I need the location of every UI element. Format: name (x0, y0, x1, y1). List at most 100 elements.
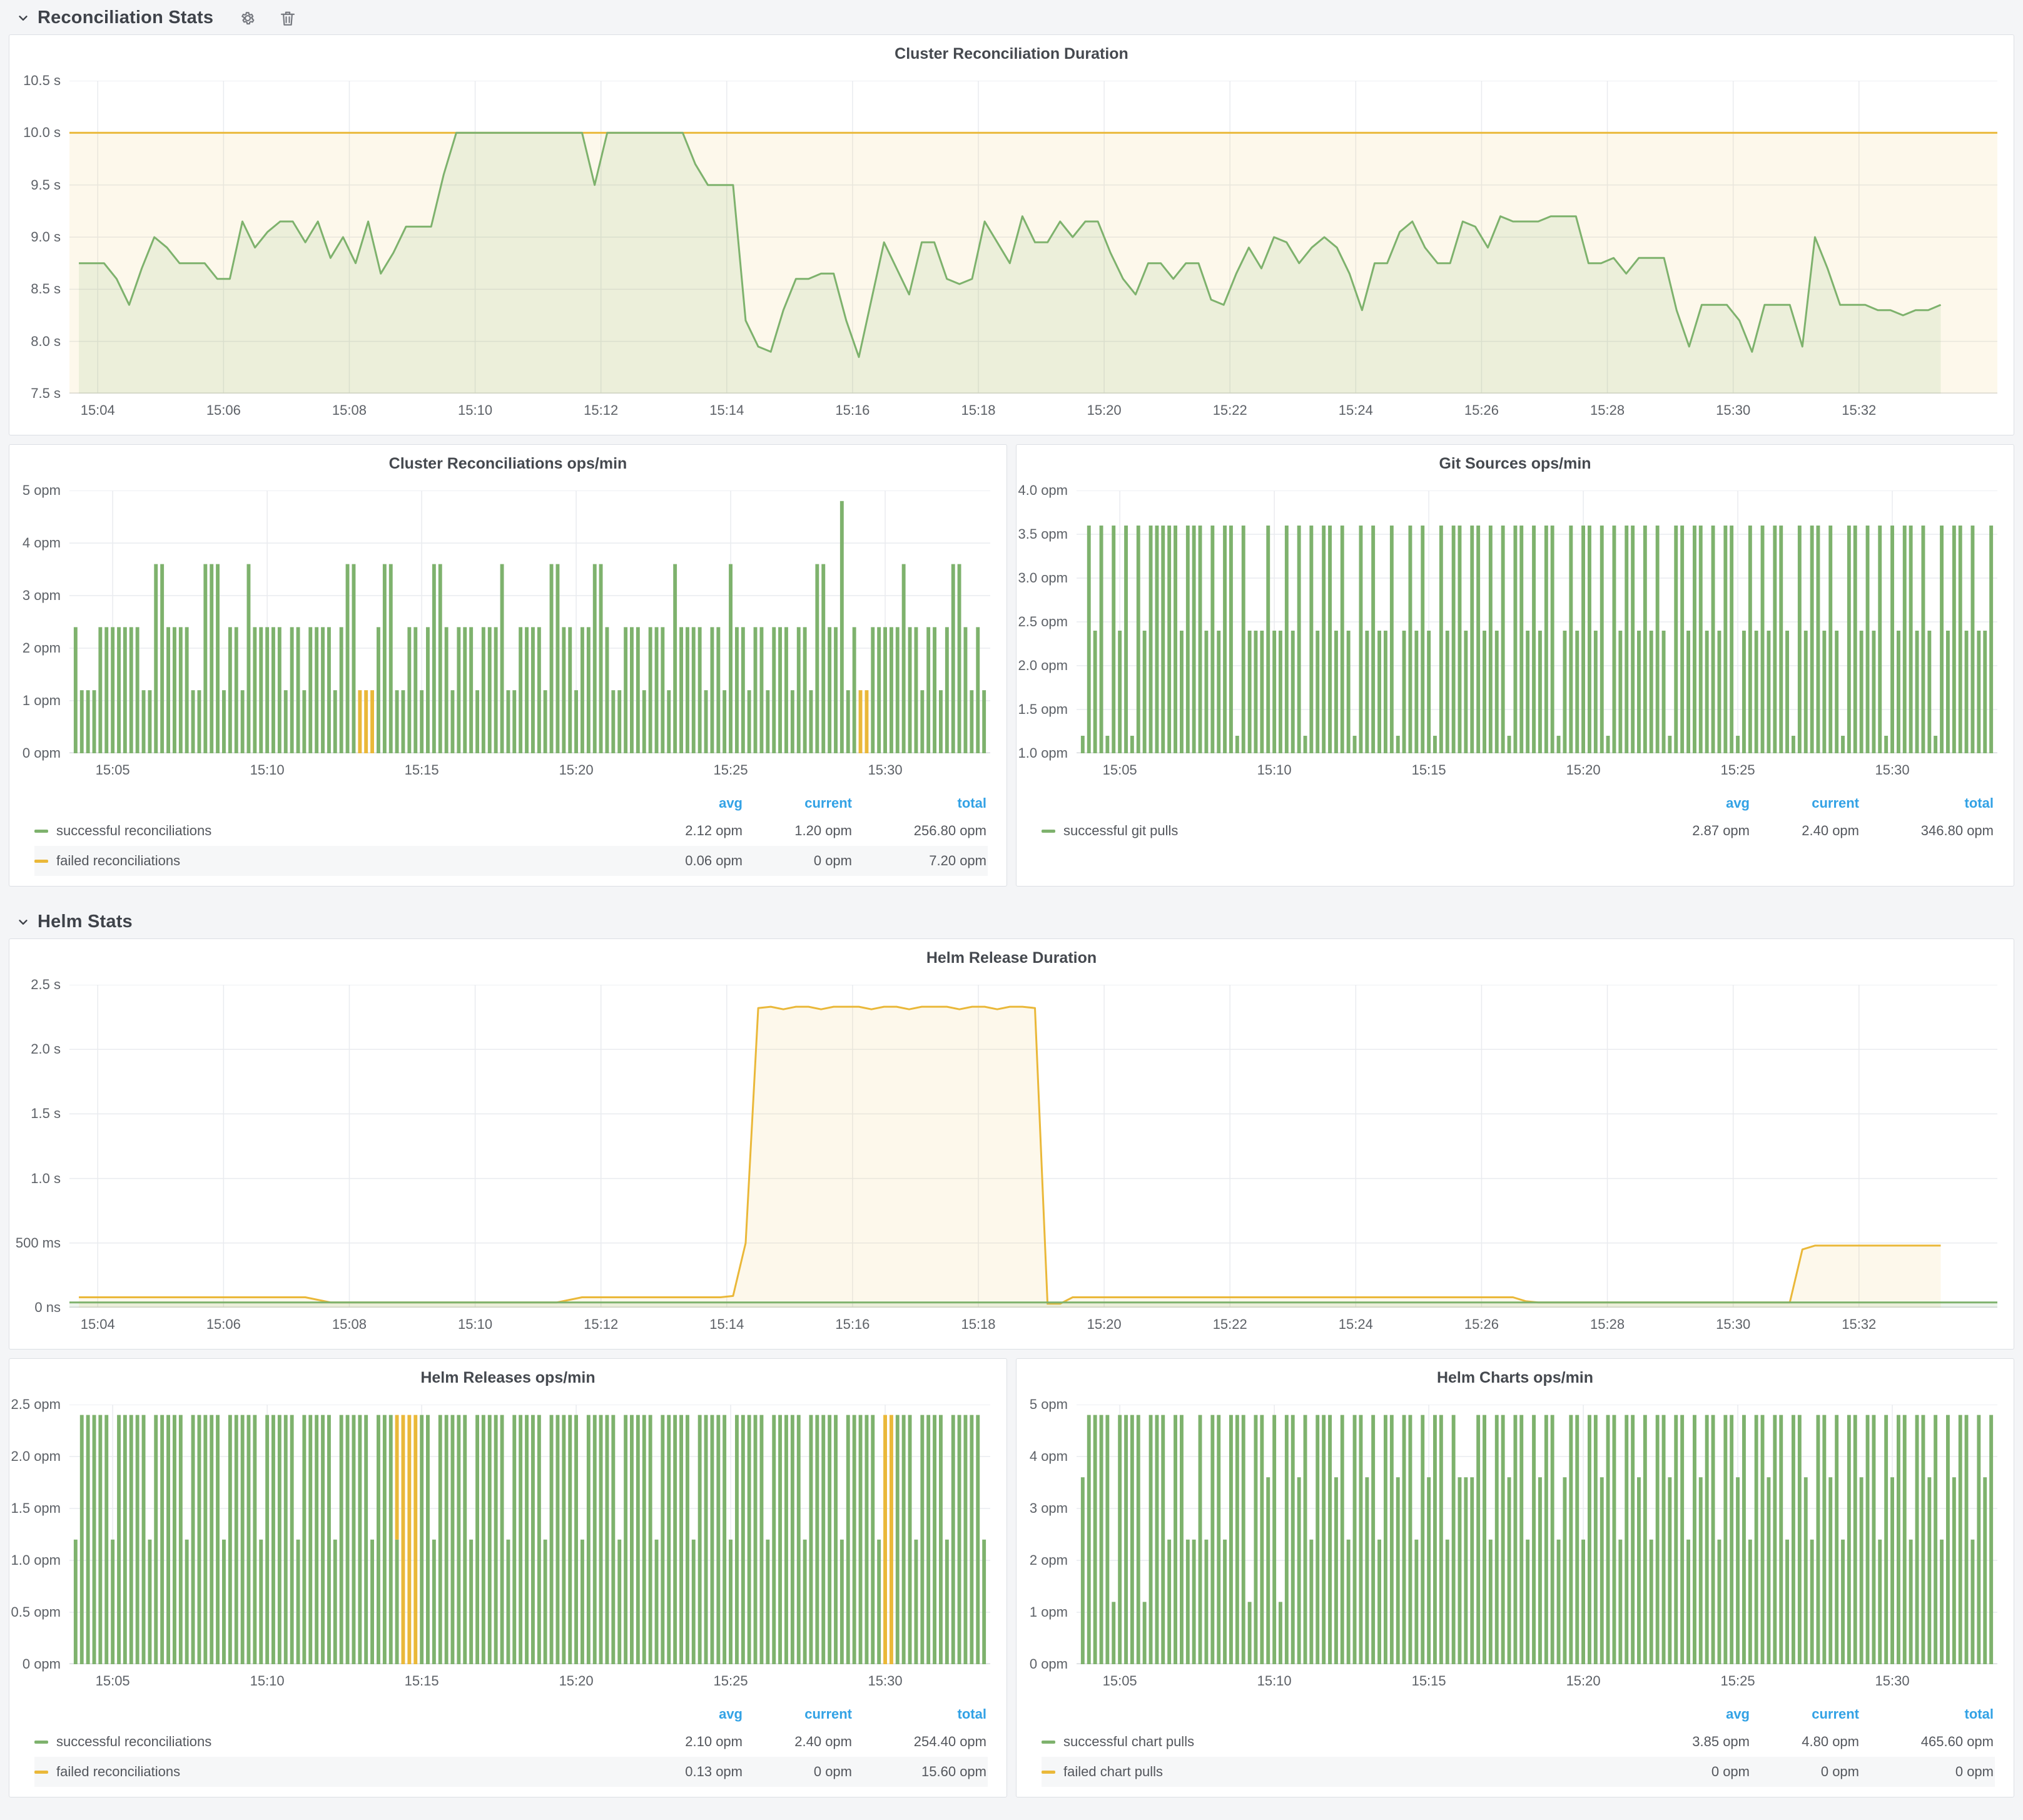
legend-sort-current[interactable]: current (1751, 1706, 1860, 1722)
chart-canvas[interactable] (1077, 1405, 1997, 1664)
chart-helm-releases-opm[interactable]: 2.5 opm2.0 opm1.5 opm1.0 opm0.5 opm0 opm… (9, 1405, 990, 1697)
legend-row: successful git pulls2.87 opm2.40 opm346.… (1042, 816, 1995, 846)
legend-row: successful chart pulls3.85 opm4.80 opm46… (1042, 1727, 1995, 1757)
chart-canvas[interactable] (69, 1405, 990, 1664)
legend-value-total: 7.20 opm (853, 853, 988, 869)
y-axis-label: 2.0 opm (1017, 658, 1068, 674)
x-axis-label: 15:18 (944, 402, 1013, 419)
panel-title-helm-releases-opm[interactable]: Helm Releases ops/min (9, 1359, 1006, 1393)
legend-series-label[interactable]: failed reconciliations (34, 1764, 634, 1780)
x-axis-label: 15:15 (387, 1673, 456, 1689)
legend-sort-avg[interactable]: avg (1641, 1706, 1751, 1722)
series-color-dash-icon (34, 1741, 48, 1744)
x-axis-label: 15:28 (1573, 402, 1642, 419)
legend-series-label[interactable]: successful reconciliations (34, 1734, 634, 1750)
legend-sort-avg[interactable]: avg (634, 795, 744, 811)
legend-series-label[interactable]: successful reconciliations (34, 823, 634, 839)
legend-series-label[interactable]: successful git pulls (1042, 823, 1641, 839)
chart-canvas[interactable] (69, 985, 1997, 1308)
x-axis-label: 15:14 (692, 402, 761, 419)
chart-canvas[interactable] (69, 491, 990, 753)
y-axis-label: 4 opm (1017, 1448, 1068, 1465)
x-axis-label: 15:05 (1085, 762, 1154, 778)
legend-series-label[interactable]: failed chart pulls (1042, 1764, 1641, 1780)
y-axis-label: 9.0 s (9, 229, 61, 245)
legend-helm-charts: avgcurrenttotal successful chart pulls3.8… (1017, 1697, 2014, 1788)
chart-canvas[interactable] (1077, 491, 1997, 753)
x-axis-label: 15:24 (1321, 1316, 1390, 1333)
panel-cluster-reconciliation-duration: Cluster Reconciliation Duration 10.5 s10… (9, 34, 2014, 435)
y-axis-label: 3.0 opm (1017, 570, 1068, 586)
x-axis-label: 15:06 (189, 1316, 258, 1333)
chart-git-sources-opm[interactable]: 4.0 opm3.5 opm3.0 opm2.5 opm2.0 opm1.5 o… (1017, 491, 1997, 786)
panel-title-git-sources-opm[interactable]: Git Sources ops/min (1017, 445, 2014, 479)
chart-cluster-reconciliations-opm[interactable]: 5 opm4 opm3 opm2 opm1 opm0 opm15:0515:10… (9, 491, 990, 786)
legend-value-current: 4.80 opm (1751, 1734, 1860, 1750)
legend-row: successful reconciliations2.12 opm1.20 o… (34, 816, 988, 846)
y-axis-label: 3 opm (1017, 1500, 1068, 1517)
x-axis-label: 15:20 (1070, 402, 1138, 419)
legend-sort-total[interactable]: total (1860, 1706, 1995, 1722)
chart-helm-charts-opm[interactable]: 5 opm4 opm3 opm2 opm1 opm0 opm15:0515:10… (1017, 1405, 1997, 1697)
x-axis-label: 15:15 (1394, 762, 1463, 778)
legend-sort-total[interactable]: total (853, 1706, 988, 1722)
legend-sort-current[interactable]: current (744, 795, 853, 811)
legend-header-row: avgcurrenttotal (34, 791, 988, 816)
legend-sort-current[interactable]: current (744, 1706, 853, 1722)
y-axis-label: 0.5 opm (9, 1604, 61, 1620)
y-axis-label: 8.0 s (9, 333, 61, 350)
chart-helm-release-duration[interactable]: 2.5 s2.0 s1.5 s1.0 s500 ms0 ns15:0415:06… (9, 985, 1997, 1340)
panel-title-helm-charts-opm[interactable]: Helm Charts ops/min (1017, 1359, 2014, 1393)
panel-title-cluster-reconciliation-duration[interactable]: Cluster Reconciliation Duration (9, 35, 2014, 69)
legend-sort-total[interactable]: total (1860, 795, 1995, 811)
x-axis-label: 15:12 (567, 402, 636, 419)
y-axis-label: 4 opm (9, 535, 61, 551)
x-axis-label: 15:10 (441, 402, 510, 419)
legend-sort-total[interactable]: total (853, 795, 988, 811)
y-axis-label: 1.0 opm (1017, 745, 1068, 761)
legend-series-label[interactable]: failed reconciliations (34, 853, 634, 869)
legend-value-current: 0 opm (1751, 1764, 1860, 1780)
y-axis-label: 0 ns (9, 1299, 61, 1316)
series-color-dash-icon (34, 830, 48, 833)
x-axis-label: 15:30 (1858, 762, 1927, 778)
x-axis-label: 15:14 (692, 1316, 761, 1333)
y-axis-label: 2.0 opm (9, 1448, 61, 1465)
x-axis-label: 15:30 (851, 762, 920, 778)
legend-value-avg: 0 opm (1641, 1764, 1751, 1780)
x-axis-label: 15:20 (1070, 1316, 1138, 1333)
chart-canvas[interactable] (69, 81, 1997, 394)
panel-title-cluster-reconciliations-opm[interactable]: Cluster Reconciliations ops/min (9, 445, 1006, 479)
y-axis-label: 500 ms (9, 1235, 61, 1251)
x-axis-label: 15:12 (567, 1316, 636, 1333)
legend-value-total: 0 opm (1860, 1764, 1995, 1780)
panel-title-helm-release-duration[interactable]: Helm Release Duration (9, 939, 2014, 974)
y-axis-label: 2.5 opm (1017, 614, 1068, 630)
x-axis-label: 15:32 (1825, 402, 1894, 419)
legend-value-current: 2.40 opm (744, 1734, 853, 1750)
x-axis-label: 15:18 (944, 1316, 1013, 1333)
series-color-dash-icon (34, 860, 48, 863)
y-axis-label: 2 opm (9, 640, 61, 656)
x-axis-label: 15:30 (851, 1673, 920, 1689)
x-axis-label: 15:10 (1240, 1673, 1309, 1689)
x-axis-label: 15:25 (1703, 762, 1772, 778)
section-title: Reconciliation Stats (38, 8, 213, 28)
legend-value-avg: 3.85 opm (1641, 1734, 1751, 1750)
chart-cluster-reconciliation-duration[interactable]: 10.5 s10.0 s9.5 s9.0 s8.5 s8.0 s7.5 s15:… (9, 81, 1997, 426)
panel-helm-charts-opm: Helm Charts ops/min 5 opm4 opm3 opm2 opm… (1016, 1358, 2014, 1797)
legend-series-label[interactable]: successful chart pulls (1042, 1734, 1641, 1750)
legend-value-total: 254.40 opm (853, 1734, 988, 1750)
legend-sort-avg[interactable]: avg (634, 1706, 744, 1722)
section-header-helm-stats[interactable]: Helm Stats (9, 904, 2014, 938)
legend-sort-avg[interactable]: avg (1641, 795, 1751, 811)
x-axis-label: 15:26 (1447, 402, 1516, 419)
bars-layer (74, 1415, 986, 1664)
x-axis-label: 15:05 (78, 1673, 147, 1689)
x-axis-label: 15:10 (233, 1673, 302, 1689)
trash-icon[interactable] (278, 9, 297, 28)
gear-icon[interactable] (238, 9, 257, 28)
x-axis-label: 15:28 (1573, 1316, 1642, 1333)
legend-sort-current[interactable]: current (1751, 795, 1860, 811)
section-header-reconciliation-stats[interactable]: Reconciliation Stats (9, 0, 2014, 34)
